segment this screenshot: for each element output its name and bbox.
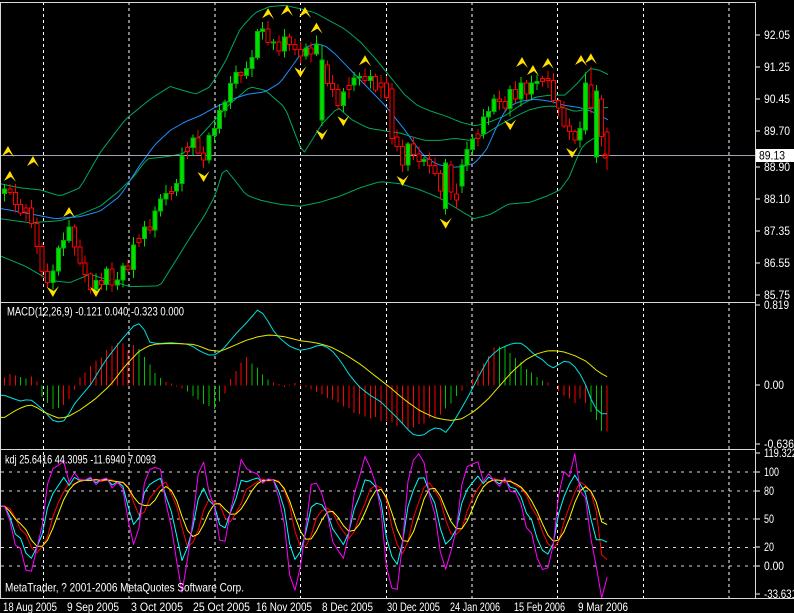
svg-text:50: 50 <box>764 512 774 526</box>
svg-text:-33.631: -33.631 <box>764 587 794 601</box>
svg-text:92.05: 92.05 <box>764 28 790 42</box>
svg-text:kdj 25.6416 44.3095 -11.6940 7: kdj 25.6416 44.3095 -11.6940 7.0093 <box>5 453 156 467</box>
svg-text:89.70: 89.70 <box>764 124 790 138</box>
svg-text:100: 100 <box>764 465 779 479</box>
svg-text:MACD(12,26,9) -0.121 0.040 -0.: MACD(12,26,9) -0.121 0.040 -0.323 0.000 <box>7 305 184 319</box>
svg-text:90.45: 90.45 <box>764 92 790 106</box>
svg-text:15 Feb 2006: 15 Feb 2006 <box>514 600 565 613</box>
svg-text:91.25: 91.25 <box>764 60 790 74</box>
svg-text:86.55: 86.55 <box>764 256 790 270</box>
svg-text:18 Aug 2005: 18 Aug 2005 <box>3 600 57 613</box>
svg-text:20: 20 <box>764 540 774 554</box>
svg-text:8 Dec 2005: 8 Dec 2005 <box>322 600 373 613</box>
svg-text:30 Dec 2005: 30 Dec 2005 <box>387 600 440 613</box>
svg-text:24 Jan 2006: 24 Jan 2006 <box>450 600 500 613</box>
svg-text:119.322: 119.322 <box>764 446 794 460</box>
svg-text:88.10: 88.10 <box>764 192 790 206</box>
svg-text:0.00: 0.00 <box>764 378 784 392</box>
svg-text:0.00: 0.00 <box>764 559 784 573</box>
svg-text:9 Sep 2005: 9 Sep 2005 <box>67 600 119 613</box>
svg-text:MetaTrader, ? 2001-2006 MetaQu: MetaTrader, ? 2001-2006 MetaQuotes Softw… <box>5 581 244 595</box>
svg-text:89.13: 89.13 <box>759 149 785 163</box>
svg-text:16 Nov 2005: 16 Nov 2005 <box>256 600 312 613</box>
svg-text:9 Mar 2006: 9 Mar 2006 <box>578 600 628 613</box>
svg-text:80: 80 <box>764 484 774 498</box>
svg-text:0.819: 0.819 <box>764 298 789 312</box>
svg-text:25 Oct 2005: 25 Oct 2005 <box>193 600 250 613</box>
svg-text:87.35: 87.35 <box>764 224 790 238</box>
svg-text:3 Oct 2005: 3 Oct 2005 <box>131 600 183 613</box>
